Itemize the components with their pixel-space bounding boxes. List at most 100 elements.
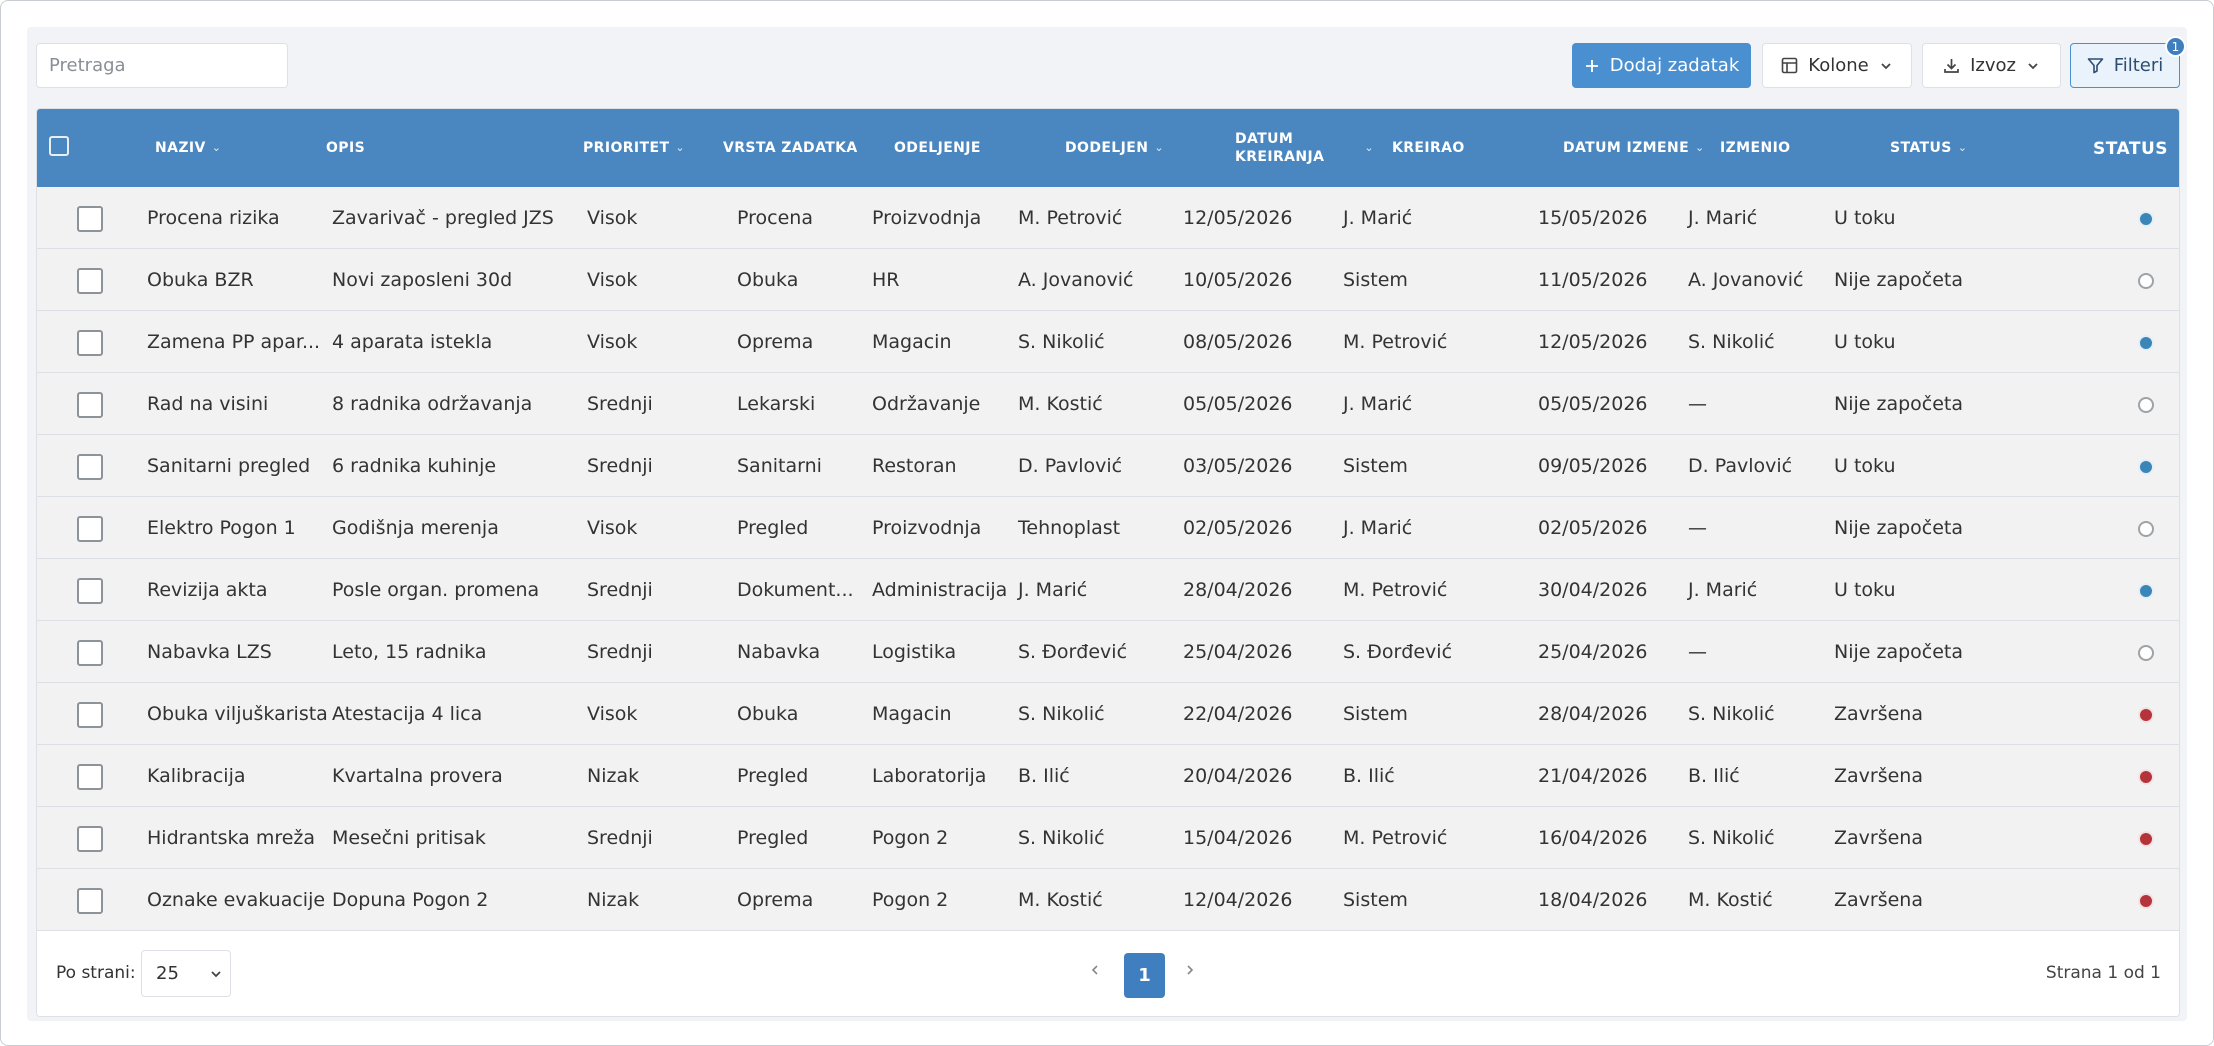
per-page-select[interactable]: 25 xyxy=(141,950,231,997)
previous-page-button[interactable] xyxy=(1088,961,1102,982)
cell-kreirao: Sistem xyxy=(1343,702,1408,725)
cell-opis: Dopuna Pogon 2 xyxy=(332,888,489,911)
row-checkbox[interactable] xyxy=(77,888,103,914)
page-button-current[interactable]: 1 xyxy=(1124,953,1165,998)
column-header-dodeljen[interactable]: DODELJEN ⌄ xyxy=(1065,109,1164,187)
row-checkbox[interactable] xyxy=(77,206,103,232)
cell-vrsta: Obuka xyxy=(737,268,799,291)
status-dot-icon xyxy=(2138,335,2154,351)
table-header: NAZIV ⌄ OPIS PRIORITET ⌄ VRSTA ZADATKA ODE… xyxy=(37,109,2179,188)
row-checkbox[interactable] xyxy=(77,826,103,852)
sort-icon: ⌄ xyxy=(1154,141,1164,154)
row-checkbox[interactable] xyxy=(77,268,103,294)
cell-odeljenje: Pogon 2 xyxy=(872,826,949,849)
status-dot-icon xyxy=(2138,583,2154,599)
row-checkbox[interactable] xyxy=(77,330,103,356)
column-header-opis[interactable]: OPIS xyxy=(326,109,365,187)
columns-button[interactable]: Kolone xyxy=(1762,43,1912,88)
cell-odeljenje: HR xyxy=(872,268,900,291)
column-header-status-indicator[interactable]: STATUS xyxy=(2093,110,2168,188)
column-header-izmenio[interactable]: IZMENIO xyxy=(1720,109,1790,187)
column-header-vrsta[interactable]: VRSTA ZADATKA xyxy=(723,109,858,187)
table-row[interactable]: Obuka viljuškarista Atestacija 4 lica Viso… xyxy=(37,683,2179,745)
cell-odeljenje: Logistika xyxy=(872,640,957,663)
cell-izmenio: D. Pavlović xyxy=(1688,454,1793,477)
cell-status: U toku xyxy=(1834,454,1896,477)
cell-status: Nije započeta xyxy=(1834,392,1964,415)
cell-naziv: Procena rizika xyxy=(147,206,280,229)
cell-vrsta: Lekarski xyxy=(737,392,816,415)
select-all-checkbox[interactable] xyxy=(49,136,69,156)
column-header-status[interactable]: STATUS ⌄ xyxy=(1890,109,1967,187)
cell-kreirao: M. Petrović xyxy=(1343,330,1448,353)
add-task-label: Dodaj zadatak xyxy=(1609,55,1740,76)
cell-kreirao: B. Ilić xyxy=(1343,764,1395,787)
cell-opis: Godišnja merenja xyxy=(332,516,499,539)
cell-status: Završena xyxy=(1834,888,1923,911)
cell-izmenio: — xyxy=(1688,392,1707,415)
cell-datum-izmene: 28/04/2026 xyxy=(1538,702,1648,725)
column-header-datum-kreiranja[interactable]: DATUM KREIRANJA ⌄ xyxy=(1235,109,1374,187)
column-header-kreirao[interactable]: KREIRAO xyxy=(1392,109,1465,187)
row-checkbox[interactable] xyxy=(77,454,103,480)
cell-status: Završena xyxy=(1834,826,1923,849)
per-page-value: 25 xyxy=(156,963,179,984)
cell-datum-kreiranja: 22/04/2026 xyxy=(1183,702,1293,725)
cell-naziv: Obuka BZR xyxy=(147,268,254,291)
row-checkbox[interactable] xyxy=(77,392,103,418)
row-checkbox[interactable] xyxy=(77,640,103,666)
search-input[interactable] xyxy=(36,43,288,88)
row-checkbox[interactable] xyxy=(77,578,103,604)
table-row[interactable]: Zamena PP apar... 4 aparata istekla Visok O… xyxy=(37,311,2179,373)
table-row[interactable]: Revizija akta Posle organ. promena Srednji… xyxy=(37,559,2179,621)
column-header-prioritet[interactable]: PRIORITET ⌄ xyxy=(583,109,685,187)
cell-opis: Atestacija 4 lica xyxy=(332,702,483,725)
row-checkbox[interactable] xyxy=(77,516,103,542)
cell-datum-kreiranja: 05/05/2026 xyxy=(1183,392,1293,415)
cell-datum-kreiranja: 08/05/2026 xyxy=(1183,330,1293,353)
cell-izmenio: S. Nikolić xyxy=(1688,826,1775,849)
row-checkbox[interactable] xyxy=(77,764,103,790)
per-page-label: Po strani: xyxy=(56,963,136,983)
column-header-naziv[interactable]: NAZIV ⌄ xyxy=(155,109,221,187)
column-header-odeljenje[interactable]: ODELJENJE xyxy=(894,109,981,187)
cell-datum-kreiranja: 15/04/2026 xyxy=(1183,826,1293,849)
table-row[interactable]: Nabavka LZS Leto, 15 radnika Srednji Nabavk… xyxy=(37,621,2179,683)
add-task-button[interactable]: Dodaj zadatak xyxy=(1572,43,1751,88)
table-row[interactable]: Rad na visini 8 radnika održavanja Srednji… xyxy=(37,373,2179,435)
table-row[interactable]: Procena rizika Zavarivač - pregled JZS Vis… xyxy=(37,187,2179,249)
cell-status: Nije započeta xyxy=(1834,640,1964,663)
cell-datum-izmene: 25/04/2026 xyxy=(1538,640,1648,663)
export-button[interactable]: Izvoz xyxy=(1922,43,2061,88)
tasks-table: NAZIV ⌄ OPIS PRIORITET ⌄ VRSTA ZADATKA ODE… xyxy=(36,108,2180,1017)
cell-opis: Leto, 15 radnika xyxy=(332,640,487,663)
cell-kreirao: Sistem xyxy=(1343,888,1408,911)
chevron-right-icon xyxy=(1183,963,1197,977)
cell-izmenio: M. Kostić xyxy=(1688,888,1773,911)
cell-naziv: Obuka viljuškarista xyxy=(147,702,328,725)
cell-izmenio: — xyxy=(1688,640,1707,663)
cell-opis: Zavarivač - pregled JZS xyxy=(332,206,554,229)
column-header-datum-izmene[interactable]: DATUM IZMENE ⌄ xyxy=(1563,109,1705,187)
sort-icon: ⌄ xyxy=(675,141,686,154)
next-page-button[interactable] xyxy=(1183,961,1197,982)
table-row[interactable]: Kalibracija Kvartalna provera Nizak Pregled… xyxy=(37,745,2179,807)
table-row[interactable]: Oznake evakuacije Dopuna Pogon 2 Nizak Opre… xyxy=(37,869,2179,931)
sort-icon: ⌄ xyxy=(1695,141,1705,154)
cell-odeljenje: Magacin xyxy=(872,702,952,725)
row-checkbox[interactable] xyxy=(77,702,103,728)
cell-datum-kreiranja: 25/04/2026 xyxy=(1183,640,1293,663)
cell-dodeljen: A. Jovanović xyxy=(1018,268,1134,291)
table-row[interactable]: Sanitarni pregled 6 radnika kuhinje Srednj… xyxy=(37,435,2179,497)
cell-naziv: Rad na visini xyxy=(147,392,269,415)
cell-odeljenje: Restoran xyxy=(872,454,957,477)
cell-naziv: Revizija akta xyxy=(147,578,268,601)
cell-status: Završena xyxy=(1834,764,1923,787)
table-row[interactable]: Obuka BZR Novi zaposleni 30d Visok Obuka HR A… xyxy=(37,249,2179,311)
table-row[interactable]: Elektro Pogon 1 Godišnja merenja Visok Preg… xyxy=(37,497,2179,559)
cell-status: U toku xyxy=(1834,330,1896,353)
page-info: Strana 1 od 1 xyxy=(2045,963,2161,983)
table-row[interactable]: Hidrantska mreža Mesečni pritisak Srednji P… xyxy=(37,807,2179,869)
cell-odeljenje: Pogon 2 xyxy=(872,888,949,911)
filters-button[interactable]: Filteri xyxy=(2070,43,2180,88)
